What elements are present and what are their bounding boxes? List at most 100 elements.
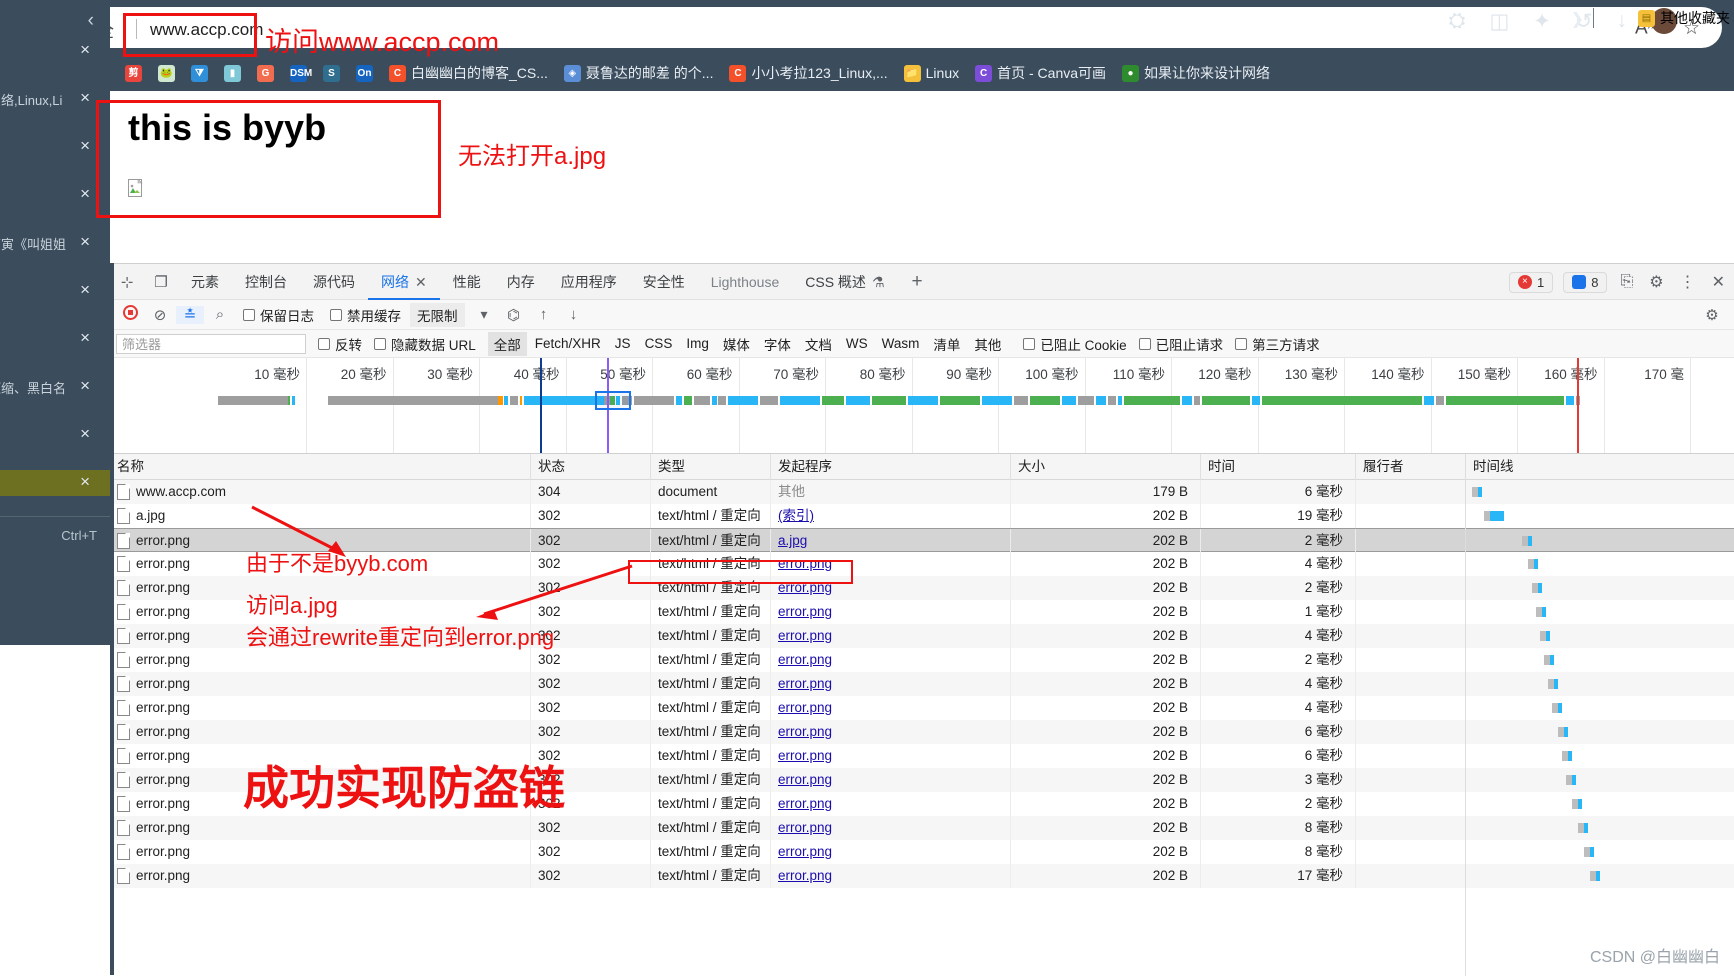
invert-checkbox[interactable]: 反转: [318, 334, 362, 354]
tab-close-icon[interactable]: ×: [80, 472, 90, 492]
bookmark-item[interactable]: ● 如果让你来设计网络: [1117, 61, 1275, 85]
tab-close-icon[interactable]: ×: [80, 328, 90, 348]
network-conditions-icon[interactable]: ⌬: [500, 306, 528, 324]
url-text[interactable]: www.accp.com: [150, 20, 263, 40]
column-header[interactable]: 时间线: [1465, 454, 1734, 480]
blocked-requests-checkbox[interactable]: 已阻止请求: [1138, 334, 1223, 354]
initiator-link[interactable]: (索引): [778, 508, 814, 523]
devices-icon[interactable]: ⎘: [1617, 273, 1636, 291]
blocked-cookies-checkbox[interactable]: 已阻止 Cookie: [1023, 334, 1127, 354]
filter-input[interactable]: 筛选器: [116, 333, 306, 354]
table-row[interactable]: error.png 302 text/html / 重定向 error.png 202 …: [110, 576, 1734, 600]
disable-cache-checkbox[interactable]: 禁用缓存: [330, 305, 401, 325]
initiator-link[interactable]: a.jpg: [778, 533, 807, 548]
column-header[interactable]: 履行者: [1355, 454, 1465, 480]
request-initiator-cell[interactable]: error.png: [770, 576, 1010, 600]
request-initiator-cell[interactable]: error.png: [770, 552, 1010, 576]
table-row[interactable]: error.png 302 text/html / 重定向 error.png 202 …: [110, 864, 1734, 888]
tab-close-icon[interactable]: ×: [80, 424, 90, 444]
inspect-element-icon[interactable]: ⊹: [110, 273, 144, 291]
request-initiator-cell[interactable]: error.png: [770, 816, 1010, 840]
tab-item[interactable]: ×: [0, 182, 110, 208]
settings-gear-icon[interactable]: ⚙: [1646, 272, 1666, 292]
tab-item[interactable]: ×: [0, 326, 110, 352]
settings-gear-icon[interactable]: ⚙: [1698, 306, 1726, 324]
resource-type-filter[interactable]: 其他: [968, 332, 1007, 356]
initiator-link[interactable]: error.png: [778, 580, 832, 595]
bookmarks-overflow-icon[interactable]: ❯: [1571, 9, 1584, 29]
request-initiator-cell[interactable]: error.png: [770, 864, 1010, 888]
bookmark-item[interactable]: C 白幽幽白的博客_CS...: [384, 61, 553, 85]
request-initiator-cell[interactable]: error.png: [770, 792, 1010, 816]
throttle-select[interactable]: 无限制: [410, 302, 465, 327]
request-initiator-cell[interactable]: error.png: [770, 672, 1010, 696]
request-initiator-cell[interactable]: error.png: [770, 840, 1010, 864]
column-header[interactable]: 时间: [1200, 454, 1355, 480]
initiator-link[interactable]: error.png: [778, 868, 832, 883]
initiator-link[interactable]: error.png: [778, 700, 832, 715]
resource-type-filter[interactable]: Wasm: [876, 334, 926, 353]
devtools-tab[interactable]: CSS 概述 ⚗: [792, 264, 897, 300]
filter-icon[interactable]: ≛: [176, 305, 204, 324]
tab-item[interactable]: ×: [0, 134, 110, 160]
overview-selection-window[interactable]: [595, 391, 631, 410]
resource-type-filter[interactable]: Fetch/XHR: [529, 334, 607, 353]
request-initiator-cell[interactable]: error.png: [770, 624, 1010, 648]
resource-type-filter[interactable]: 全部: [487, 331, 527, 356]
bookmark-item[interactable]: G: [252, 63, 279, 84]
close-icon[interactable]: ✕: [1709, 272, 1728, 292]
request-initiator-cell[interactable]: error.png: [770, 768, 1010, 792]
tab-close-icon[interactable]: ×: [80, 280, 90, 300]
more-vertical-icon[interactable]: ⋮: [1677, 272, 1699, 292]
devtools-tab[interactable]: 内存: [494, 264, 548, 300]
bookmark-item[interactable]: C 小小考拉123_Linux,...: [724, 61, 892, 85]
resource-type-filter[interactable]: 清单: [927, 332, 966, 356]
tab-item[interactable]: 丁寅《叫姐姐 ×: [0, 230, 110, 256]
resource-type-filter[interactable]: 字体: [758, 332, 797, 356]
record-stop-icon[interactable]: [116, 305, 144, 324]
initiator-link[interactable]: error.png: [778, 652, 832, 667]
tab-item[interactable]: 压缩、黑白名 ×: [0, 374, 110, 400]
third-party-checkbox[interactable]: 第三方请求: [1235, 334, 1320, 354]
throttle-caret-icon[interactable]: ▾: [481, 306, 488, 323]
network-overview[interactable]: 10 毫秒 20 毫秒 30 毫秒 40 毫秒 50 毫秒 60 毫秒 70 毫秒 80 毫秒…: [110, 358, 1734, 454]
request-initiator-cell[interactable]: error.png: [770, 744, 1010, 768]
initiator-link[interactable]: error.png: [778, 724, 832, 739]
bookmark-item[interactable]: 剪: [120, 63, 147, 84]
request-initiator-cell[interactable]: error.png: [770, 648, 1010, 672]
table-row[interactable]: error.png 302 text/html / 重定向 error.png 202 …: [110, 672, 1734, 696]
table-row[interactable]: error.png 302 text/html / 重定向 error.png 202 …: [110, 696, 1734, 720]
tab-close-icon[interactable]: ×: [80, 376, 90, 396]
search-icon[interactable]: ⌕: [206, 306, 234, 323]
new-tab-shortcut[interactable]: Ctrl+T: [0, 528, 110, 552]
request-initiator-cell[interactable]: a.jpg: [770, 529, 1010, 553]
table-row[interactable]: error.png 302 text/html / 重定向 error.png 202 …: [110, 720, 1734, 744]
resource-type-filter[interactable]: CSS: [639, 334, 679, 353]
devtools-tab[interactable]: 元素: [178, 264, 232, 300]
table-row[interactable]: error.png 302 text/html / 重定向 error.png 202 …: [110, 816, 1734, 840]
split-screen-icon[interactable]: ◫: [1489, 9, 1509, 34]
devtools-tab[interactable]: 网络 ✕: [368, 264, 440, 300]
add-panel-button[interactable]: +: [898, 271, 937, 293]
extensions-icon[interactable]: ⛭: [1449, 9, 1466, 33]
tab-item[interactable]: ×: [0, 422, 110, 448]
bookmark-item[interactable]: ⧩: [186, 63, 213, 84]
bookmark-item[interactable]: C 首页 - Canva可画: [970, 61, 1111, 85]
initiator-link[interactable]: error.png: [778, 748, 832, 763]
request-initiator-cell[interactable]: error.png: [770, 696, 1010, 720]
resource-type-filter[interactable]: 文档: [799, 332, 838, 356]
column-header[interactable]: 状态: [530, 454, 650, 480]
table-row[interactable]: error.png 302 text/html / 重定向 error.png 202 …: [110, 840, 1734, 864]
initiator-link[interactable]: error.png: [778, 772, 832, 787]
tab-item[interactable]: ×: [0, 470, 110, 496]
devtools-tab[interactable]: 应用程序: [548, 264, 630, 300]
message-count-badge[interactable]: 8: [1563, 271, 1608, 293]
column-header[interactable]: 大小: [1010, 454, 1200, 480]
devtools-tab[interactable]: 性能: [440, 264, 494, 300]
bookmark-item[interactable]: ◈ 聂鲁达的邮差 的个...: [559, 61, 719, 85]
preserve-log-checkbox[interactable]: 保留日志: [243, 305, 314, 325]
bookmark-item[interactable]: DSM: [285, 63, 312, 84]
bookmark-item[interactable]: On: [351, 63, 378, 84]
bookmark-item[interactable]: S: [318, 63, 345, 84]
devtools-tab[interactable]: Lighthouse: [698, 264, 793, 300]
